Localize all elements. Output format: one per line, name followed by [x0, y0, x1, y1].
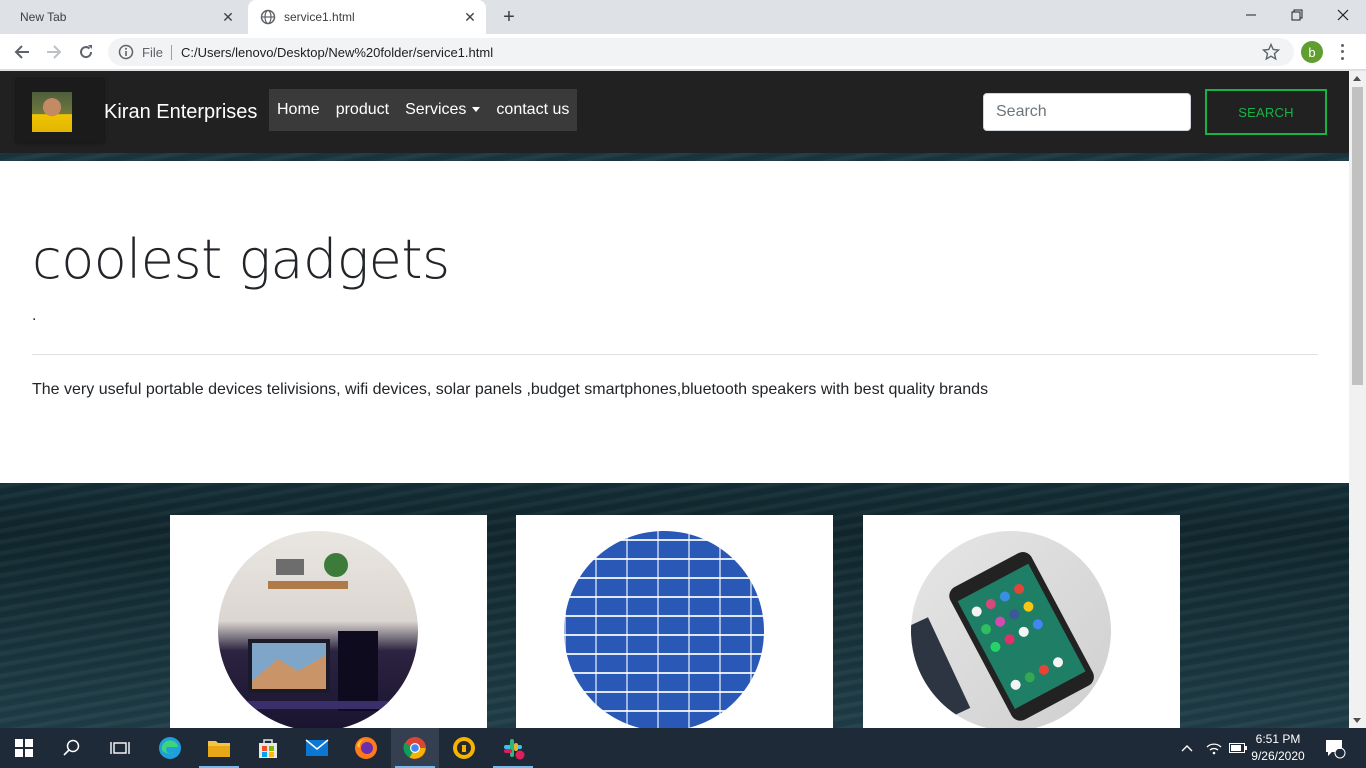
product-card-solar[interactable]	[516, 515, 833, 728]
edge-icon[interactable]	[146, 728, 194, 768]
restore-icon[interactable]	[1274, 0, 1320, 30]
slack-icon[interactable]	[489, 728, 537, 768]
vpn-icon[interactable]	[440, 728, 488, 768]
search-button[interactable]: SEARCH	[1205, 89, 1327, 135]
product-card-desk[interactable]	[170, 515, 487, 728]
firefox-icon[interactable]	[342, 728, 390, 768]
brand-logo[interactable]	[16, 79, 104, 143]
divider	[32, 354, 1318, 355]
tab-new-tab[interactable]: New Tab ✕	[0, 0, 244, 34]
globe-icon	[260, 9, 276, 25]
page-title: coolest gadgets	[32, 228, 450, 291]
back-arrow-icon[interactable]	[10, 40, 34, 64]
search-input[interactable]	[983, 93, 1191, 131]
scheme-label: File	[142, 44, 172, 60]
reload-icon[interactable]	[74, 40, 98, 64]
clock-date: 9/26/2020	[1251, 749, 1305, 763]
scroll-up-icon[interactable]	[1353, 76, 1361, 81]
page-viewport: Kiran Enterprises Home product Services …	[0, 71, 1349, 728]
notifications-icon[interactable]: 1	[1324, 728, 1346, 768]
forward-arrow-icon[interactable]	[42, 40, 66, 64]
nav-links: Home product Services contact us	[269, 89, 578, 131]
mail-icon[interactable]	[293, 728, 341, 768]
tab-title: New Tab	[20, 10, 67, 24]
show-hidden-icons[interactable]	[1180, 728, 1194, 768]
jumbotron: coolest gadgets . The very useful portab…	[0, 161, 1349, 483]
info-icon[interactable]	[118, 44, 134, 60]
browser-toolbar: File C:/Users/lenovo/Desktop/New%20folde…	[0, 34, 1366, 70]
address-bar[interactable]: File C:/Users/lenovo/Desktop/New%20folde…	[108, 38, 1294, 66]
search-icon[interactable]	[48, 728, 96, 768]
url-text[interactable]: C:/Users/lenovo/Desktop/New%20folder/ser…	[181, 45, 493, 60]
system-clock[interactable]: 6:51 PM 9/26/2020	[1246, 731, 1310, 765]
logo-image	[32, 92, 72, 132]
task-view-icon[interactable]	[96, 728, 144, 768]
windows-taskbar: 6:51 PM 9/26/2020 1	[0, 728, 1366, 768]
site-navbar: Kiran Enterprises Home product Services …	[0, 71, 1349, 153]
brand-name[interactable]: Kiran Enterprises	[104, 101, 257, 124]
start-icon[interactable]	[0, 728, 48, 768]
bookmark-star-icon[interactable]	[1261, 42, 1281, 61]
nav-home[interactable]: Home	[277, 101, 320, 119]
gaming-desk-image	[218, 531, 418, 728]
lead-text: The very useful portable devices telivis…	[32, 381, 989, 398]
product-card-phone[interactable]	[863, 515, 1180, 728]
battery-icon[interactable]	[1229, 728, 1247, 768]
nav-services-dropdown[interactable]: Services	[405, 101, 481, 119]
smartphone-image	[911, 531, 1111, 728]
profile-avatar[interactable]: b	[1301, 41, 1323, 63]
tab-service1[interactable]: service1.html ✕	[248, 0, 486, 34]
tab-title: service1.html	[284, 10, 355, 24]
subtitle-text: .	[32, 307, 37, 324]
page-scrollbar[interactable]	[1349, 71, 1366, 728]
minimize-icon[interactable]	[1228, 0, 1274, 30]
close-tab-icon[interactable]: ✕	[220, 9, 236, 25]
nav-services-label: Services	[405, 101, 467, 118]
browser-tab-strip: New Tab ✕ service1.html ✕ +	[0, 0, 1366, 34]
clock-time: 6:51 PM	[1255, 732, 1301, 746]
close-tab-icon[interactable]: ✕	[462, 9, 478, 25]
close-window-icon[interactable]	[1320, 0, 1366, 30]
scrollbar-thumb[interactable]	[1352, 87, 1363, 385]
new-tab-button[interactable]: +	[498, 6, 520, 28]
chrome-icon[interactable]	[391, 728, 439, 768]
nav-product[interactable]: product	[336, 101, 389, 119]
caret-down-icon	[472, 107, 481, 113]
scroll-down-icon[interactable]	[1353, 718, 1361, 723]
nav-contact[interactable]: contact us	[496, 101, 569, 119]
notification-count: 1	[1336, 741, 1342, 752]
solar-panel-image	[564, 531, 764, 728]
file-explorer-icon[interactable]	[195, 728, 243, 768]
browser-menu-icon[interactable]	[1336, 42, 1348, 62]
store-icon[interactable]	[244, 728, 292, 768]
network-icon[interactable]	[1206, 728, 1222, 768]
